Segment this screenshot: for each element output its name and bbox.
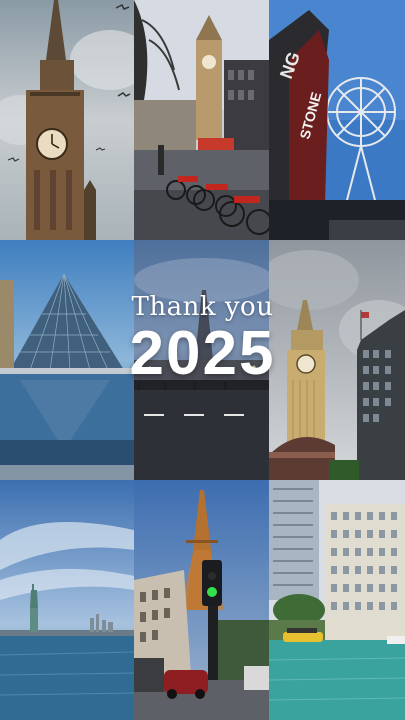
photo-statue-of-liberty [0,480,134,720]
photo-big-ben-cloudy [269,240,405,480]
photo-big-ben-birds [0,0,134,240]
photo-ferris-wheel-neon: NG STONE [269,0,405,240]
photo-louvre-pyramid [0,240,134,480]
photo-paris-street-dusk [134,240,269,480]
photo-city-river-boat [269,480,405,720]
photo-collage-grid: NG STONE [0,0,405,720]
photo-london-street-bikes [134,0,269,240]
photo-eiffel-tower-traffic [134,480,269,720]
